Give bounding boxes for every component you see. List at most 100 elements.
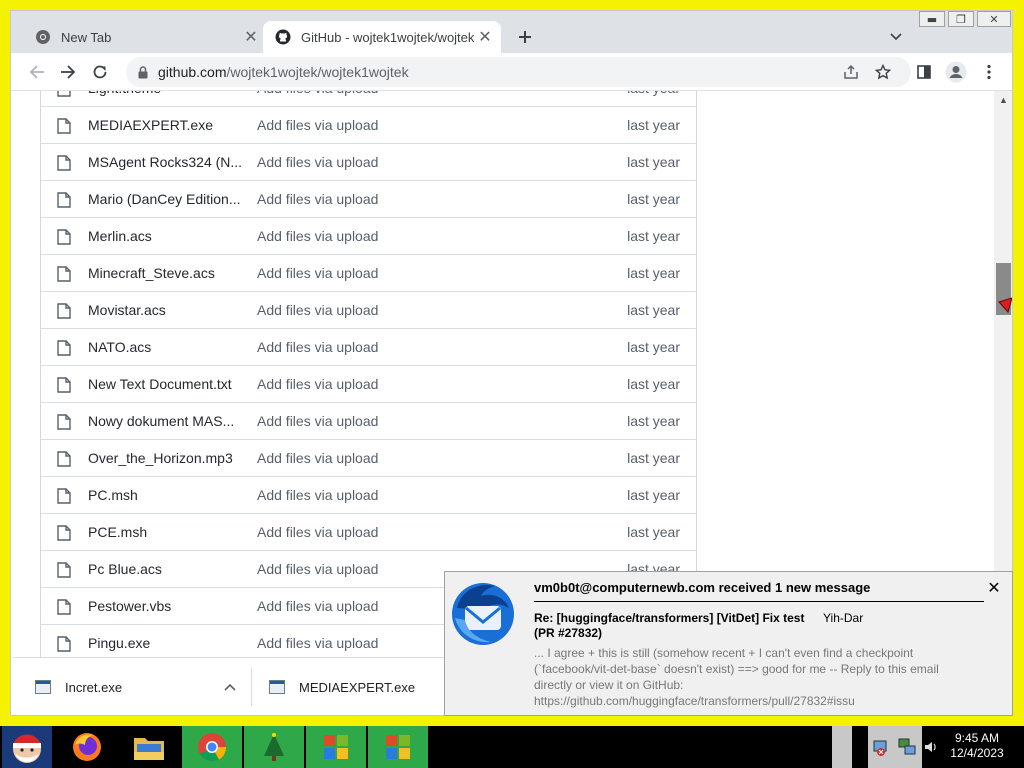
folder-icon	[134, 738, 164, 760]
github-icon	[275, 29, 291, 45]
file-name-link[interactable]: New Text Document.txt	[88, 376, 243, 392]
download-item[interactable]: Incret.exe	[35, 658, 215, 715]
menu-button[interactable]	[977, 60, 1001, 84]
file-name-link[interactable]: Over_the_Horizon.mp3	[88, 450, 243, 466]
system-tray	[868, 726, 922, 768]
commit-message-link[interactable]: Add files via upload	[257, 450, 378, 466]
commit-message-link[interactable]: Add files via upload	[257, 598, 378, 614]
christmas-tree-taskbar-button[interactable]	[244, 726, 304, 768]
file-name-link[interactable]: Light.theme	[88, 91, 243, 96]
commit-date: last year	[627, 376, 680, 392]
network-error-icon[interactable]	[873, 737, 893, 757]
download-filename: Incret.exe	[65, 679, 123, 695]
lock-icon[interactable]	[138, 65, 148, 79]
file-name-link[interactable]: Mario (DanCey Edition...	[88, 191, 243, 207]
new-mail-notification[interactable]: vm0b0t@computernewb.com received 1 new m…	[444, 571, 1013, 716]
share-icon[interactable]	[839, 57, 863, 87]
commit-message-link[interactable]: Add files via upload	[257, 339, 378, 355]
file-row[interactable]: New Text Document.txt Add files via uploa…	[41, 365, 696, 402]
profile-button[interactable]	[944, 60, 968, 84]
commit-message-link[interactable]: Add files via upload	[257, 117, 378, 133]
file-row[interactable]: MEDIAEXPERT.exe Add files via upload last …	[41, 106, 696, 143]
commit-message-link[interactable]: Add files via upload	[257, 524, 378, 540]
file-row[interactable]: Mario (DanCey Edition... Add files via up…	[41, 180, 696, 217]
file-row[interactable]: Minecraft_Steve.acs Add files via upload l…	[41, 254, 696, 291]
file-name-link[interactable]: Pingu.exe	[88, 635, 243, 651]
file-row[interactable]: PC.msh Add files via upload last year	[41, 476, 696, 513]
plus-icon	[519, 31, 531, 43]
side-panel-button[interactable]	[912, 60, 936, 84]
tab-github[interactable]: GitHub - wojtek1wojtek/wojtek1wojtek ✕	[263, 21, 501, 53]
commit-message-link[interactable]: Add files via upload	[257, 302, 378, 318]
file-icon	[57, 488, 71, 504]
file-name-link[interactable]: PCE.msh	[88, 524, 243, 540]
restore-button[interactable]: ❐	[948, 11, 974, 27]
file-row[interactable]: Nowy dokument MAS... Add files via upload…	[41, 402, 696, 439]
file-row[interactable]: MSAgent Rocks324 (N... Add files via uplo…	[41, 143, 696, 180]
file-icon	[57, 377, 71, 393]
app-taskbar-button[interactable]	[306, 726, 366, 768]
file-icon	[57, 636, 71, 652]
commit-message-link[interactable]: Add files via upload	[257, 413, 378, 429]
back-button[interactable]	[25, 60, 49, 84]
commit-message-link[interactable]: Add files via upload	[257, 376, 378, 392]
taskbar-clock[interactable]: 9:45 AM 12/4/2023	[944, 731, 1010, 761]
download-options-button[interactable]	[219, 676, 241, 698]
taskbar: 9:45 AM 12/4/2023	[0, 726, 1024, 768]
close-window-button[interactable]: ✕	[977, 11, 1011, 27]
file-name-link[interactable]: Pc Blue.acs	[88, 561, 243, 577]
minimize-button[interactable]: ▬	[919, 11, 945, 27]
bookmark-star-icon[interactable]	[871, 57, 895, 87]
network-icon[interactable]	[897, 737, 917, 757]
chrome-taskbar-button[interactable]	[182, 726, 242, 768]
file-row[interactable]: Over_the_Horizon.mp3 Add files via upload…	[41, 439, 696, 476]
commit-date: last year	[627, 191, 680, 207]
download-item[interactable]: MEDIAEXPERT.exe	[269, 658, 449, 715]
start-button[interactable]	[2, 726, 52, 768]
commit-message-link[interactable]: Add files via upload	[257, 487, 378, 503]
file-name-link[interactable]: MEDIAEXPERT.exe	[88, 117, 243, 133]
close-notification-icon[interactable]: ✕	[984, 578, 1004, 598]
commit-message-link[interactable]: Add files via upload	[257, 265, 378, 281]
file-row[interactable]: NATO.acs Add files via upload last year	[41, 328, 696, 365]
volume-icon[interactable]	[922, 726, 940, 768]
close-tab-icon[interactable]: ✕	[475, 27, 495, 47]
more-vertical-icon	[987, 64, 991, 80]
commit-message-link[interactable]: Add files via upload	[257, 154, 378, 170]
reload-button[interactable]	[88, 60, 112, 84]
file-row[interactable]: Light.theme Add files via upload last year	[41, 91, 696, 106]
commit-message-link[interactable]: Add files via upload	[257, 91, 378, 96]
commit-message-link[interactable]: Add files via upload	[257, 191, 378, 207]
commit-message-link[interactable]: Add files via upload	[257, 561, 378, 577]
file-name-link[interactable]: MSAgent Rocks324 (N...	[88, 154, 243, 170]
side-panel-icon	[917, 65, 931, 79]
forward-button[interactable]	[56, 60, 80, 84]
new-tab-button[interactable]	[513, 25, 537, 49]
close-tab-icon[interactable]: ✕	[241, 27, 261, 47]
chrome-icon	[36, 30, 50, 44]
scroll-up-arrow-icon[interactable]: ▲	[994, 93, 1012, 107]
file-name-link[interactable]: Movistar.acs	[88, 302, 243, 318]
file-row[interactable]: Movistar.acs Add files via upload last yea…	[41, 291, 696, 328]
file-explorer-taskbar-button[interactable]	[124, 726, 174, 768]
tab-new-tab[interactable]: New Tab ✕	[23, 21, 267, 53]
firefox-icon	[73, 733, 101, 761]
file-row[interactable]: Merlin.acs Add files via upload last year	[41, 217, 696, 254]
tab-search-button[interactable]	[884, 25, 908, 49]
file-name-link[interactable]: Minecraft_Steve.acs	[88, 265, 243, 281]
file-row[interactable]: PCE.msh Add files via upload last year	[41, 513, 696, 550]
file-name-link[interactable]: NATO.acs	[88, 339, 243, 355]
file-name-link[interactable]: Pestower.vbs	[88, 598, 243, 614]
address-bar[interactable]: github.com/wojtek1wojtek/wojtek1wojtek	[126, 57, 911, 87]
app-taskbar-button[interactable]	[368, 726, 428, 768]
file-name-link[interactable]: PC.msh	[88, 487, 243, 503]
file-icon	[57, 229, 71, 245]
thunderbird-logo-icon	[452, 583, 514, 645]
file-name-link[interactable]: Merlin.acs	[88, 228, 243, 244]
firefox-taskbar-button[interactable]	[62, 726, 112, 768]
show-desktop-button[interactable]	[832, 726, 852, 768]
tab-title: GitHub - wojtek1wojtek/wojtek1wojtek	[301, 29, 475, 45]
file-name-link[interactable]: Nowy dokument MAS...	[88, 413, 243, 429]
commit-message-link[interactable]: Add files via upload	[257, 228, 378, 244]
commit-message-link[interactable]: Add files via upload	[257, 635, 378, 651]
